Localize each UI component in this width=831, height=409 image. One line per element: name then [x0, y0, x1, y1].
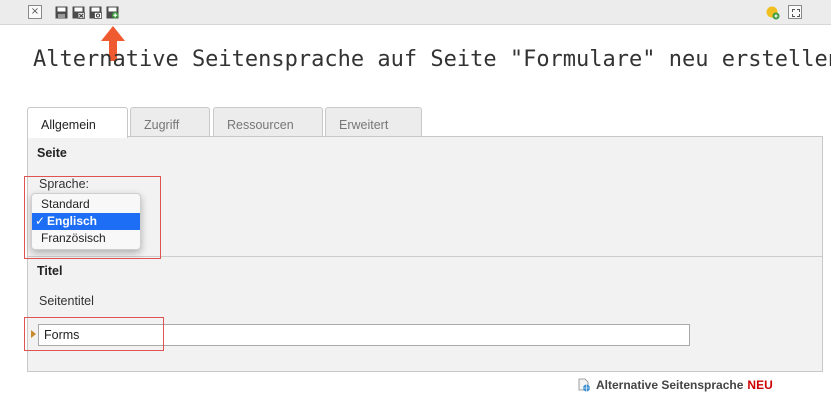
fullscreen-icon[interactable]: [788, 5, 802, 19]
help-icon[interactable]: [766, 6, 780, 20]
highlight-box-title: [24, 317, 164, 351]
tab-zugriff[interactable]: Zugriff: [130, 107, 210, 137]
section-heading-seite: Seite: [37, 146, 67, 160]
page-title-label: Seitentitel: [39, 294, 94, 308]
tab-ressourcen[interactable]: Ressourcen: [213, 107, 323, 137]
highlight-box-language: [24, 176, 161, 259]
tab-label: Ressourcen: [227, 118, 294, 132]
new-alternative-language-link[interactable]: Alternative Seitensprache NEU: [577, 378, 773, 394]
new-badge: NEU: [747, 378, 773, 392]
tab-allgemein[interactable]: Allgemein: [27, 107, 128, 138]
page-title: Alternative Seitensprache auf Seite "For…: [33, 47, 831, 72]
save-and-view-icon[interactable]: [89, 6, 102, 19]
tab-label: Zugriff: [144, 118, 180, 132]
save-and-close-icon[interactable]: [72, 6, 85, 19]
docheader-toolbar: ×: [0, 0, 831, 25]
page-language-icon: [578, 378, 590, 392]
save-and-new-icon[interactable]: [106, 6, 119, 19]
section-heading-titel: Titel: [37, 264, 63, 278]
tab-label: Erweitert: [339, 118, 389, 132]
save-icon[interactable]: [55, 6, 68, 19]
tab-erweitert[interactable]: Erweitert: [325, 107, 422, 137]
tab-label: Allgemein: [41, 118, 96, 132]
close-icon[interactable]: ×: [28, 5, 42, 19]
